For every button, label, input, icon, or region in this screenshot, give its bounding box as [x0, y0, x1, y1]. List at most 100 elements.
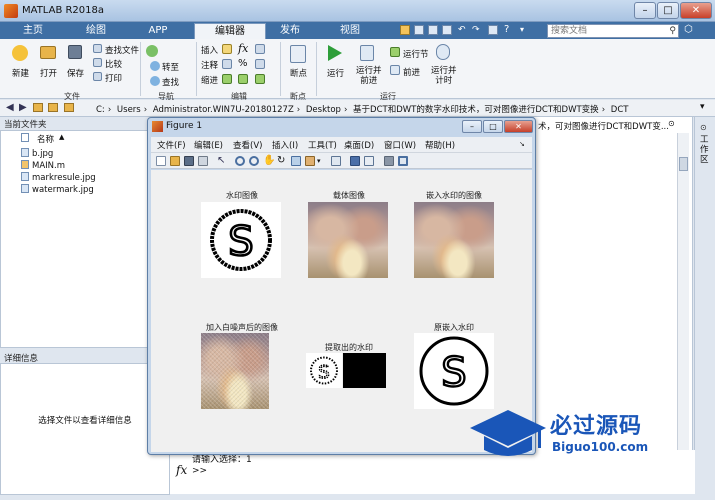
list-item[interactable]: watermark.jpg: [21, 184, 94, 195]
goto-button[interactable]: 转至: [162, 61, 179, 73]
fx-icon[interactable]: fx: [176, 463, 187, 477]
save-icon[interactable]: [400, 25, 410, 35]
save-figure-icon[interactable]: [184, 156, 194, 166]
help-icon[interactable]: ?: [504, 25, 514, 35]
increase-indent-icon[interactable]: [238, 74, 248, 84]
new-icon[interactable]: [12, 45, 28, 61]
brush-dropdown-icon[interactable]: ▾: [317, 156, 327, 166]
breadcrumb-item[interactable]: Users: [117, 105, 141, 115]
smart-indent-icon[interactable]: [222, 74, 232, 84]
forward-icon[interactable]: ▶: [19, 102, 27, 113]
paste-icon[interactable]: [442, 25, 452, 35]
new-button[interactable]: 新建: [12, 67, 29, 79]
run-icon[interactable]: [328, 45, 342, 61]
breadcrumb[interactable]: C: › Users › Administrator.WIN7U-20180127Z…: [96, 103, 631, 115]
breadcrumb-item[interactable]: DCT: [611, 105, 629, 115]
column-name-header[interactable]: 名称: [37, 133, 54, 145]
tab-plots[interactable]: 绘图: [70, 23, 122, 39]
list-item[interactable]: MAIN.m: [21, 160, 65, 171]
back-icon[interactable]: ◀: [6, 102, 14, 113]
side-tab-close-icon[interactable]: ⊙: [700, 123, 707, 132]
up-folder-icon[interactable]: [33, 103, 43, 112]
zoom-in-icon[interactable]: [235, 156, 245, 166]
link-plot-icon[interactable]: [331, 156, 341, 166]
run-button[interactable]: 运行: [327, 67, 344, 79]
print-figure-icon[interactable]: [198, 156, 208, 166]
redo-icon[interactable]: ↷: [472, 25, 482, 35]
find-button[interactable]: 查找: [162, 76, 179, 88]
fx-button[interactable]: fx: [238, 42, 248, 55]
copy-icon[interactable]: [428, 25, 438, 35]
show-plot-tools-icon[interactable]: [398, 156, 408, 166]
run-advance-button[interactable]: 运行并 前进: [356, 66, 382, 86]
zoom-out-icon[interactable]: [249, 156, 259, 166]
menu-window[interactable]: 窗口(W): [384, 139, 416, 151]
figure-title-bar[interactable]: Figure 1 – □ ✕: [148, 118, 535, 136]
rotate-3d-icon[interactable]: ↻: [277, 156, 287, 166]
breadcrumb-item[interactable]: 基于DCT和DWT的数字水印技术，可对图像进行DCT和DWT变换: [353, 105, 599, 115]
menu-dock-arrow-icon[interactable]: ↘: [519, 140, 525, 148]
open-folder-icon[interactable]: [40, 46, 56, 59]
menu-desktop[interactable]: 桌面(D): [344, 139, 374, 151]
breadcrumb-item[interactable]: Administrator.WIN7U-20180127Z: [153, 105, 294, 115]
menu-edit[interactable]: 编辑(E): [194, 139, 223, 151]
tab-home[interactable]: 主页: [8, 23, 58, 39]
insert-legend-icon[interactable]: [364, 156, 374, 166]
workspace-side-tab[interactable]: ⊙ 工作区: [694, 117, 715, 478]
wrap-comments-icon[interactable]: [255, 59, 265, 69]
search-docs-input[interactable]: 搜索文档 ⚲: [547, 24, 679, 38]
tab-view[interactable]: 视图: [322, 23, 378, 39]
cut-icon[interactable]: [414, 25, 424, 35]
figure-maximize-button[interactable]: □: [483, 120, 503, 133]
insert-button[interactable]: 插入: [201, 44, 218, 56]
run-advance-icon[interactable]: [360, 45, 374, 61]
figure-minimize-button[interactable]: –: [462, 120, 482, 133]
data-cursor-icon[interactable]: [291, 156, 301, 166]
brush-icon[interactable]: [305, 156, 315, 166]
scrollbar-thumb[interactable]: [679, 157, 688, 171]
path-dropdown-icon[interactable]: ▾: [700, 102, 705, 112]
insert-function-icon[interactable]: [255, 44, 265, 54]
advance-button[interactable]: 前进: [403, 66, 420, 78]
hide-plot-tools-icon[interactable]: [384, 156, 394, 166]
menu-tools[interactable]: 工具(T): [308, 139, 337, 151]
percent-icon[interactable]: %: [238, 58, 248, 69]
open-file-icon[interactable]: [170, 156, 180, 166]
close-button[interactable]: ✕: [680, 2, 712, 19]
switch-windows-icon[interactable]: [488, 25, 498, 35]
browse-folder-icon[interactable]: [48, 103, 58, 112]
tab-apps[interactable]: APP: [133, 23, 183, 39]
back-forward-icon[interactable]: [146, 45, 158, 57]
minimize-button[interactable]: –: [634, 2, 656, 19]
menu-help[interactable]: 帮助(H): [425, 139, 455, 151]
indent-button[interactable]: 缩进: [201, 74, 218, 86]
ribbon-collapse-icon[interactable]: ⬡: [684, 24, 693, 35]
comment-icon[interactable]: [222, 59, 232, 69]
run-time-icon[interactable]: [436, 44, 450, 60]
tab-publish[interactable]: 发布: [262, 23, 318, 39]
maximize-button[interactable]: □: [657, 2, 679, 19]
breadcrumb-item[interactable]: C:: [96, 105, 105, 115]
breakpoints-button[interactable]: 断点: [290, 67, 307, 79]
command-prompt[interactable]: >>: [192, 466, 207, 476]
tab-editor[interactable]: 编辑器: [194, 23, 266, 39]
list-item[interactable]: markresule.jpg: [21, 172, 96, 183]
compare-button[interactable]: 比较: [105, 58, 122, 70]
figure-close-button[interactable]: ✕: [504, 120, 533, 133]
open-button[interactable]: 打开: [40, 67, 57, 79]
menu-insert[interactable]: 插入(I): [272, 139, 298, 151]
help-menu-arrow-icon[interactable]: ▾: [520, 25, 530, 35]
breadcrumb-item[interactable]: Desktop: [306, 105, 341, 115]
run-section-button[interactable]: 运行节: [403, 48, 429, 60]
save-icon[interactable]: [68, 45, 82, 59]
decrease-indent-icon[interactable]: [255, 74, 265, 84]
find-files-button[interactable]: 查找文件: [105, 44, 139, 56]
run-time-button[interactable]: 运行并 计时: [431, 66, 457, 86]
menu-file[interactable]: 文件(F): [157, 139, 186, 151]
list-item[interactable]: b.jpg: [21, 148, 53, 159]
edit-plot-icon[interactable]: ↖: [217, 156, 227, 166]
breakpoints-icon[interactable]: [290, 45, 306, 63]
comment-button[interactable]: 注释: [201, 59, 218, 71]
insert-colorbar-icon[interactable]: [350, 156, 360, 166]
print-button[interactable]: 打印: [105, 72, 122, 84]
